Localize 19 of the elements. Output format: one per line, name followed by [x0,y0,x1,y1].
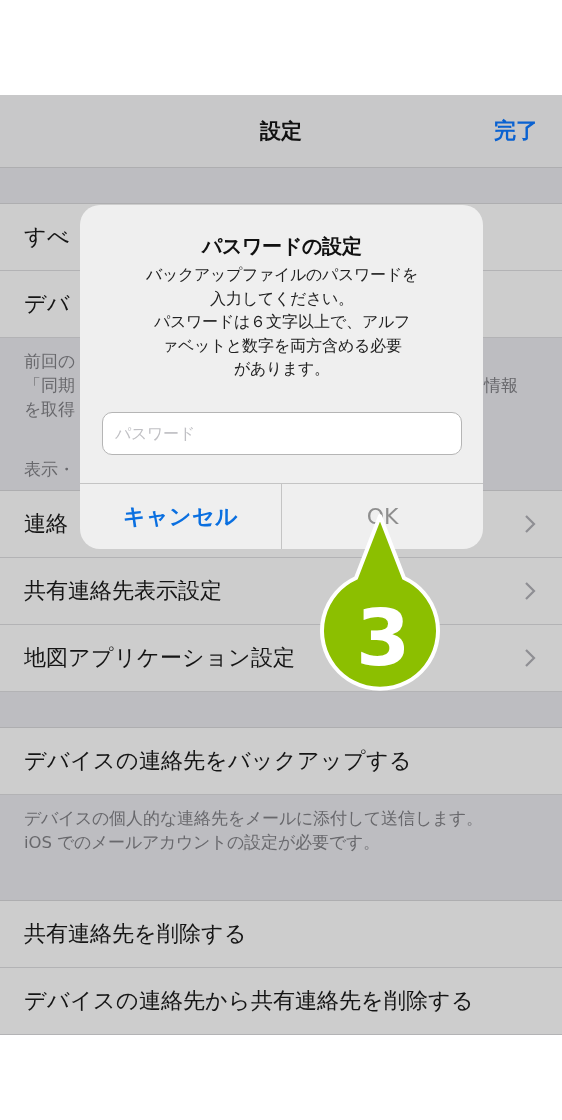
note-text: 情報 [484,375,518,397]
settings-row[interactable]: デバイスの連絡先から共有連絡先を削除する [0,968,562,1035]
password-field[interactable]: パスワード [101,411,462,455]
alert-message: 入力してください。 [209,288,354,310]
note-text: 前回の [24,351,75,373]
settings-row[interactable]: デバイスの連絡先をバックアップする [0,728,562,795]
alert-message: バックアップファイルのパスワードを [145,265,418,286]
settings-row[interactable]: 共有連絡先を削除する [0,901,562,968]
alert-title: パスワードの設定 [201,233,362,260]
alert-message: パスワードは６文字以上で、アルフ [153,312,410,333]
note-text: を取得 [24,399,75,421]
note-text: 「同期 [24,375,75,397]
note-text: iOS でのメールアカウントの設定が必要です。 [24,832,381,854]
note-text: デバイスの個人的な連絡先をメールに添付して送信します。 [24,808,483,830]
alert-button[interactable]: キャンセル [80,484,282,549]
alert-message: ァベットと数字を両方含める必要 [161,335,402,357]
alert-message: があります。 [233,359,330,380]
section-header: 表示・ [24,460,75,479]
nav-title: 設定 [260,118,302,145]
